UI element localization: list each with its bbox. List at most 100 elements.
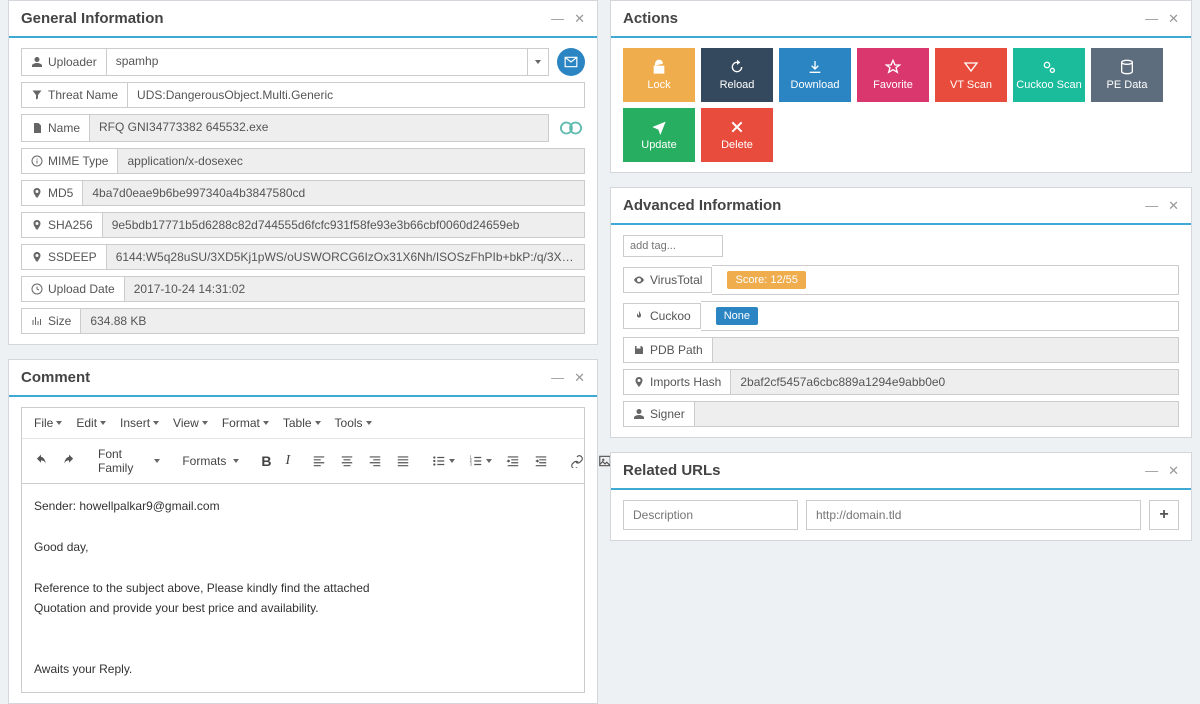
virustotal-icon — [560, 117, 582, 139]
delete-button[interactable]: Delete — [701, 108, 773, 162]
unlock-icon — [651, 59, 667, 75]
save-icon — [633, 344, 645, 356]
vtscan-button[interactable]: VT Scan — [935, 48, 1007, 102]
name-label: Name — [21, 114, 89, 142]
close-icon[interactable]: ✕ — [574, 370, 585, 386]
signer-value — [695, 401, 1179, 427]
file-icon — [31, 122, 43, 134]
bullet-list-button[interactable] — [426, 450, 461, 472]
close-icon[interactable]: ✕ — [574, 11, 585, 27]
uploader-dropdown[interactable] — [528, 48, 549, 76]
outdent-icon — [506, 454, 520, 468]
align-center-icon — [340, 454, 354, 468]
add-tag-input[interactable] — [623, 235, 723, 257]
advanced-title: Advanced Information — [623, 197, 781, 214]
gears-icon — [1041, 59, 1057, 75]
menu-edit[interactable]: Edit — [70, 412, 112, 434]
cuckoo-button[interactable]: Cuckoo Scan — [1013, 48, 1085, 102]
link-icon — [570, 454, 584, 468]
threatname-label: Threat Name — [21, 82, 127, 108]
user-icon — [633, 408, 645, 420]
related-urls-panel: Related URLs — ✕ + — [610, 452, 1192, 541]
close-icon[interactable]: ✕ — [1168, 11, 1179, 27]
url-description-input[interactable] — [623, 500, 798, 530]
md5-value: 4ba7d0eae9b6be997340a4b3847580cd — [82, 180, 585, 206]
close-icon[interactable]: ✕ — [1168, 463, 1179, 479]
pin-icon — [31, 219, 43, 231]
comment-editor[interactable]: Sender: howellpalkar9@gmail.com Good day… — [21, 484, 585, 693]
update-button[interactable]: Update — [623, 108, 695, 162]
ssdeep-value: 6144:W5q28uSU/3XD5Kj1pWS/oUSWORCG6IzOx31… — [106, 244, 585, 270]
editor-toolbar: File Edit Insert View Format Table Tools… — [21, 407, 585, 484]
reload-icon — [729, 59, 745, 75]
undo-icon — [34, 454, 48, 468]
pdb-value — [713, 337, 1179, 363]
pin-icon — [31, 187, 43, 199]
threatname-value[interactable]: UDS:DangerousObject.Multi.Generic — [127, 82, 585, 108]
indent-button[interactable] — [528, 450, 554, 472]
chart-icon — [31, 315, 43, 327]
pin-icon — [31, 251, 43, 263]
italic-button[interactable]: I — [279, 449, 296, 473]
advanced-panel: Advanced Information — ✕ VirusTotal Scor… — [610, 187, 1192, 438]
svg-text:3: 3 — [470, 462, 473, 467]
number-list-button[interactable]: 123 — [463, 450, 498, 472]
imports-value: 2baf2cf5457a6cbc889a1294e9abb0e0 — [731, 369, 1179, 395]
bold-button[interactable]: B — [255, 449, 277, 473]
vt-score-badge: Score: 12/55 — [727, 271, 805, 289]
close-icon[interactable]: ✕ — [1168, 198, 1179, 214]
align-justify-button[interactable] — [390, 450, 416, 472]
uploader-value[interactable]: spamhp — [106, 48, 528, 76]
actions-title: Actions — [623, 10, 678, 27]
align-justify-icon — [396, 454, 410, 468]
lock-button[interactable]: Lock — [623, 48, 695, 102]
cuckoo-label: Cuckoo — [623, 303, 701, 329]
align-left-button[interactable] — [306, 450, 332, 472]
sha256-label: SHA256 — [21, 212, 102, 238]
minimize-icon[interactable]: — — [1145, 11, 1158, 27]
undo-button[interactable] — [28, 450, 54, 472]
redo-button[interactable] — [56, 450, 82, 472]
related-title: Related URLs — [623, 462, 721, 479]
menu-table[interactable]: Table — [277, 412, 327, 434]
link-button[interactable] — [564, 450, 590, 472]
ssdeep-label: SSDEEP — [21, 244, 106, 270]
imports-label: Imports Hash — [623, 369, 731, 395]
general-info-title: General Information — [21, 10, 164, 27]
outdent-button[interactable] — [500, 450, 526, 472]
size-value: 634.88 KB — [80, 308, 585, 334]
user-icon — [31, 56, 43, 68]
menu-format[interactable]: Format — [216, 412, 275, 434]
favorite-button[interactable]: Favorite — [857, 48, 929, 102]
close-icon — [729, 119, 745, 135]
md5-label: MD5 — [21, 180, 82, 206]
mail-button[interactable] — [557, 48, 585, 76]
minimize-icon[interactable]: — — [1145, 198, 1158, 214]
formats-select[interactable]: Formats — [176, 450, 245, 472]
minimize-icon[interactable]: — — [551, 11, 564, 27]
align-right-button[interactable] — [362, 450, 388, 472]
minimize-icon[interactable]: — — [1145, 463, 1158, 479]
sha256-value: 9e5bdb17771b5d6288c82d744555d6fcfc931f58… — [102, 212, 585, 238]
menu-insert[interactable]: Insert — [114, 412, 165, 434]
vt-icon — [963, 59, 979, 75]
vt-link[interactable] — [557, 114, 585, 142]
pedata-button[interactable]: PE Data — [1091, 48, 1163, 102]
database-icon — [1119, 59, 1135, 75]
download-button[interactable]: Download — [779, 48, 851, 102]
url-input[interactable] — [806, 500, 1141, 530]
size-label: Size — [21, 308, 80, 334]
menu-file[interactable]: File — [28, 412, 68, 434]
filter-icon — [31, 89, 43, 101]
reload-button[interactable]: Reload — [701, 48, 773, 102]
menu-tools[interactable]: Tools — [329, 412, 378, 434]
align-center-button[interactable] — [334, 450, 360, 472]
comment-panel: Comment — ✕ File Edit Insert View Format… — [8, 359, 598, 704]
indent-icon — [534, 454, 548, 468]
pdb-label: PDB Path — [623, 337, 713, 363]
fontfamily-select[interactable]: Font Family — [92, 443, 166, 479]
minimize-icon[interactable]: — — [551, 370, 564, 386]
mime-value: application/x-dosexec — [117, 148, 585, 174]
add-url-button[interactable]: + — [1149, 500, 1179, 530]
menu-view[interactable]: View — [167, 412, 214, 434]
